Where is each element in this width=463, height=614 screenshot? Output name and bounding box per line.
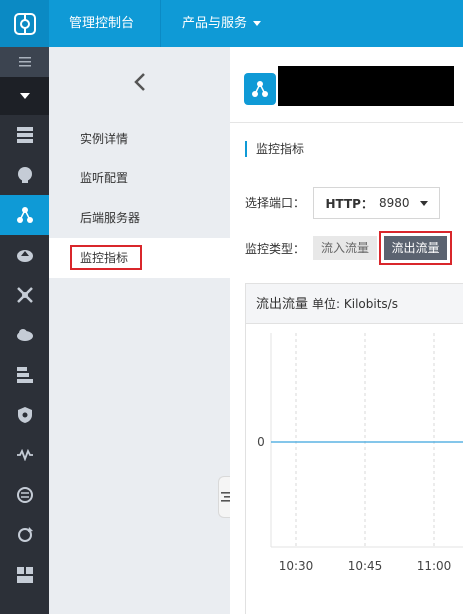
tab-outbound-traffic[interactable]: 流出流量 [384, 236, 447, 260]
chart-header: 流出流量 单位: Kilobits/s [246, 284, 463, 324]
sidebar-item-monitor[interactable] [0, 435, 49, 475]
y-tick-label: 0 [257, 435, 265, 449]
home-logo-button[interactable] [0, 0, 49, 47]
redacted-instance-name [278, 66, 454, 106]
top-navbar: 管理控制台 产品与服务 [0, 0, 463, 47]
load-balancer-icon [252, 81, 268, 97]
sidebar-item-refresh[interactable] [0, 515, 49, 555]
exchange-icon [16, 487, 33, 503]
console-label: 管理控制台 [69, 16, 135, 31]
toggle-down-icon [19, 93, 30, 99]
menu-icon [18, 57, 31, 67]
chevron-left-icon [133, 73, 145, 91]
chart-unit: 单位: Kilobits/s [312, 297, 398, 311]
icon-sidebar [0, 47, 49, 614]
chart-panel: 流出流量 单位: Kilobits/s 10:30 10:45 11:00 0 [245, 283, 463, 614]
subnav-item-label: 实例详情 [80, 132, 129, 146]
instance-subnav: 实例详情 监听配置 后端服务器 监控指标 [49, 47, 230, 614]
header-divider [230, 122, 463, 123]
server-icon [16, 127, 33, 143]
traffic-chart: 10:30 10:45 11:00 0 [257, 333, 463, 573]
sidebar-item-database[interactable] [0, 355, 49, 395]
network-icon [16, 287, 33, 303]
chevron-down-icon [253, 21, 262, 26]
cloud-storage-icon [16, 329, 33, 341]
sidebar-toggle-button[interactable] [0, 77, 49, 115]
products-menu[interactable]: 产品与服务 [162, 0, 281, 47]
subnav-item-listener-config[interactable]: 监听配置 [49, 158, 230, 198]
subnav-item-backend-servers[interactable]: 后端服务器 [49, 198, 230, 238]
sidebar-item-security[interactable] [0, 395, 49, 435]
port-value: 8980 [378, 196, 410, 210]
refresh-icon [17, 527, 33, 542]
shield-icon [17, 407, 32, 423]
cloud-upload-icon [16, 250, 33, 262]
subnav-item-instance-details[interactable]: 实例详情 [49, 119, 230, 159]
chevron-down-icon [419, 200, 428, 206]
monitor-type-label: 监控类型： [245, 242, 306, 256]
dashboard-icon [16, 567, 33, 583]
waveform-icon [16, 449, 33, 461]
subnav-item-monitoring[interactable]: 监控指标 [49, 238, 230, 278]
subnav-item-label: 监听配置 [80, 171, 129, 185]
database-icon [16, 367, 33, 383]
sidebar-item-slb[interactable] [0, 195, 49, 235]
x-tick-label: 10:30 [279, 559, 314, 573]
sidebar-item-network[interactable] [0, 275, 49, 315]
highlight-box [70, 245, 142, 270]
tab-inbound-traffic[interactable]: 流入流量 [313, 236, 377, 260]
sidebar-item-storage[interactable] [0, 315, 49, 355]
products-label: 产品与服务 [182, 16, 248, 31]
main-content: 监控指标 选择端口： HTTP： 8980 监控类型： 流入流量 流出流量 流出… [230, 47, 463, 614]
sidebar-item-rds[interactable] [0, 155, 49, 195]
chart-title: 流出流量 [256, 297, 309, 312]
collapse-icon [220, 492, 230, 502]
menu-button[interactable] [0, 47, 49, 77]
cloud-db-icon [17, 167, 32, 183]
x-tick-label: 10:45 [348, 559, 383, 573]
instance-icon [244, 73, 276, 105]
port-label: 选择端口： [245, 196, 306, 210]
port-select[interactable]: HTTP： 8980 [313, 187, 440, 219]
aliyun-logo-icon [13, 12, 36, 35]
x-tick-label: 11:00 [417, 559, 452, 573]
console-link[interactable]: 管理控制台 [49, 0, 161, 47]
highlight-box: 流出流量 [379, 231, 452, 265]
load-balancer-icon [16, 207, 33, 223]
sidebar-item-dashboard[interactable] [0, 555, 49, 595]
sidebar-item-exchange[interactable] [0, 475, 49, 515]
section-title: 监控指标 [245, 141, 304, 157]
port-protocol: HTTP： [325, 196, 373, 211]
sidebar-item-ecs[interactable] [0, 115, 49, 155]
back-button[interactable] [49, 47, 230, 117]
sidebar-item-upload[interactable] [0, 235, 49, 275]
subnav-item-label: 后端服务器 [80, 211, 141, 225]
